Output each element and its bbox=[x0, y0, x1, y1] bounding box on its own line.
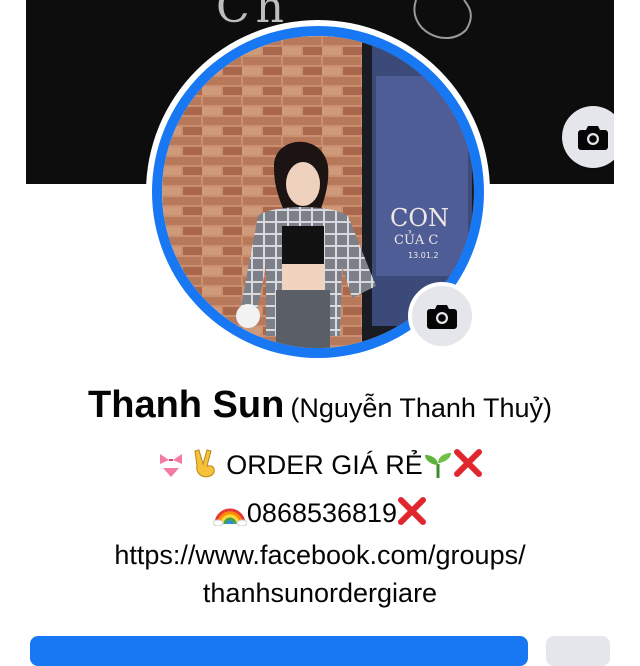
profile-name-line: Thanh Sun (Nguyễn Thanh Thuỷ) bbox=[0, 384, 640, 427]
cross-mark-icon bbox=[398, 497, 427, 525]
camera-icon bbox=[578, 126, 608, 150]
bio-line-1: ORDER GIÁ RẺ bbox=[0, 448, 640, 481]
more-options-button[interactable] bbox=[546, 636, 610, 666]
group-link-line-1[interactable]: https://www.facebook.com/groups/ bbox=[0, 540, 640, 571]
group-link-line-2[interactable]: thanhsunordergiare bbox=[0, 578, 640, 609]
seedling-icon bbox=[424, 453, 451, 478]
alternate-name: (Nguyễn Thanh Thuỷ) bbox=[290, 393, 552, 423]
cover-decoration bbox=[413, 0, 472, 40]
order-text: ORDER GIÁ RẺ bbox=[226, 450, 423, 480]
add-to-story-button[interactable] bbox=[30, 636, 528, 666]
poster-date: 13.01.2 bbox=[408, 251, 439, 260]
profile-camera-button[interactable] bbox=[408, 282, 476, 350]
cover-camera-button[interactable] bbox=[562, 106, 614, 168]
poster-subtext: CỦA C bbox=[394, 230, 438, 248]
profile-name: Thanh Sun bbox=[88, 384, 285, 426]
phone-number[interactable]: 0868536819 bbox=[247, 498, 397, 528]
cross-mark-icon bbox=[453, 449, 482, 477]
profile-picture-container: CON CỦA C 13.01.2 bbox=[146, 20, 490, 364]
rainbow-icon bbox=[212, 508, 247, 526]
camera-icon bbox=[427, 305, 457, 329]
bikini-icon bbox=[160, 454, 183, 477]
poster-text: CON bbox=[390, 204, 449, 232]
bio-line-2: 0868536819 bbox=[0, 496, 640, 529]
victory-hand-icon bbox=[194, 449, 215, 478]
